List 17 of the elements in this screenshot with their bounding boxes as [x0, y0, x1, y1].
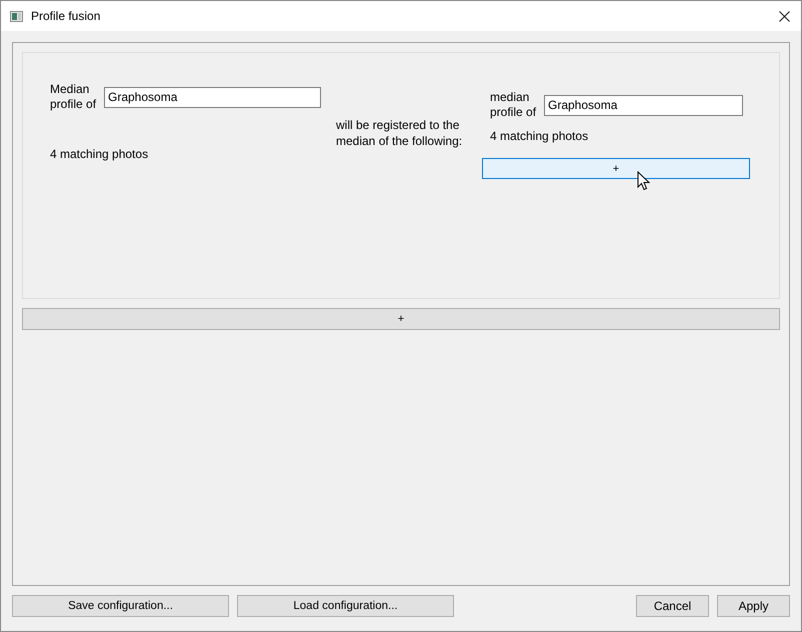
field-label: median profile of	[490, 90, 538, 120]
window-title: Profile fusion	[31, 9, 102, 23]
relation-text: will be registered to the median of the following:	[336, 117, 464, 149]
add-button[interactable]: +	[482, 158, 750, 179]
input-field[interactable]: Graphosoma	[544, 94, 743, 116]
dialog-button[interactable]: Cancel	[636, 595, 709, 617]
add-button[interactable]: +	[22, 308, 780, 330]
close-icon[interactable]	[779, 10, 790, 22]
configuration-button[interactable]: Save configuration...	[12, 595, 229, 617]
input-field[interactable]: Graphosoma	[104, 86, 321, 108]
configuration-button[interactable]: Load configuration...	[237, 595, 454, 617]
cursor-icon	[637, 171, 650, 191]
count-label: 4 matching photos	[50, 147, 150, 161]
dialog-button[interactable]: Apply	[717, 595, 790, 617]
count-label: 4 matching photos	[490, 129, 590, 143]
field-label: Median profile of	[50, 82, 98, 112]
window-icon	[10, 10, 23, 22]
